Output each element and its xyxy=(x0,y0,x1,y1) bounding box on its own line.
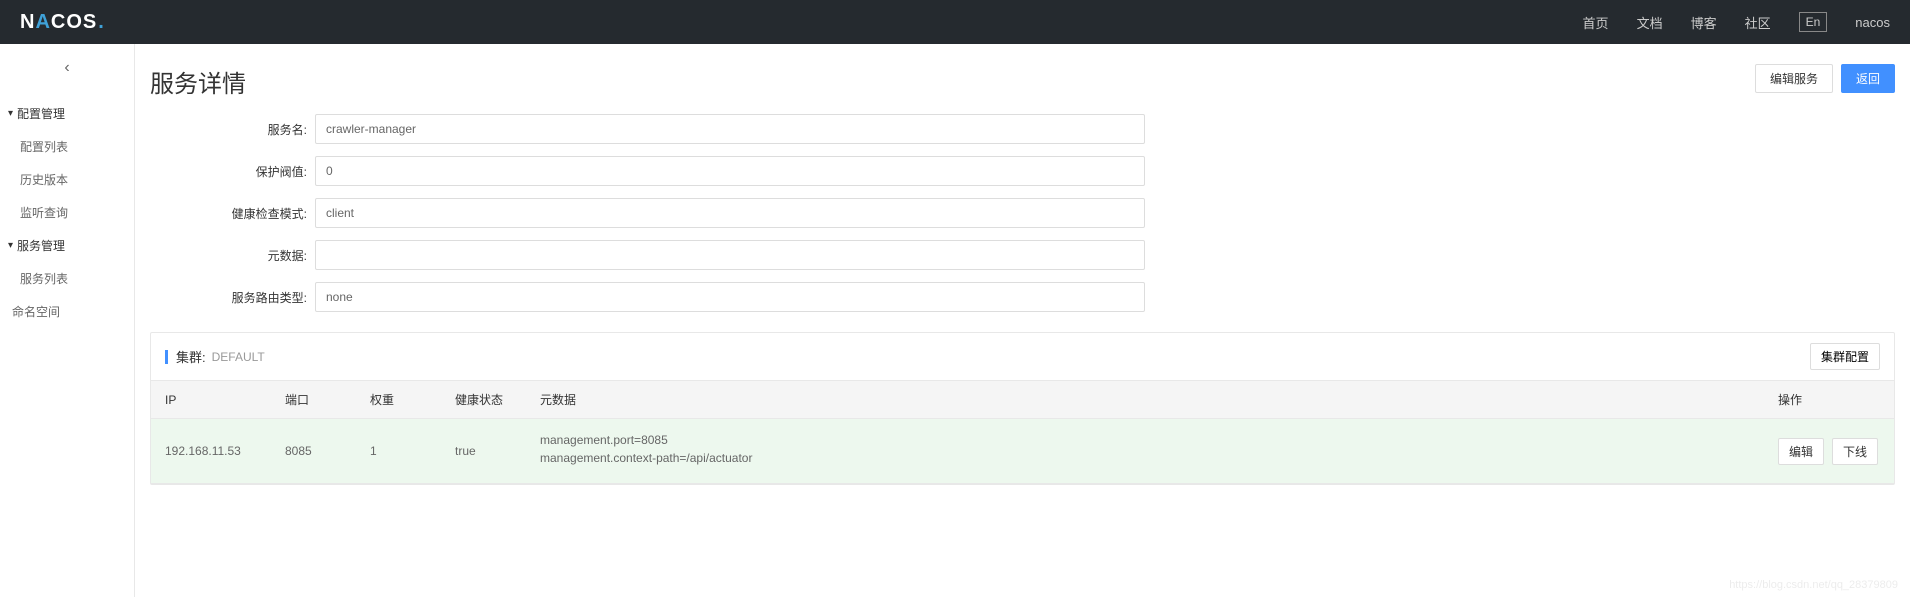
th-ip: IP xyxy=(151,381,271,419)
cluster-header: 集群: DEFAULT 集群配置 xyxy=(151,333,1894,381)
instance-table: IP 端口 权重 健康状态 元数据 操作 192.168.11.53 8085 … xyxy=(151,381,1894,484)
cluster-title-wrap: 集群: DEFAULT xyxy=(165,347,265,366)
sidebar-collapse-icon[interactable]: ‹ xyxy=(0,59,134,77)
form-row-metadata: 元数据: xyxy=(150,240,1150,270)
user-name[interactable]: nacos xyxy=(1855,15,1890,30)
service-name-input[interactable] xyxy=(315,114,1145,144)
sidebar-item-config-list[interactable]: 配置列表 xyxy=(0,130,134,163)
td-weight: 1 xyxy=(356,419,441,484)
sidebar-group-label: 服务管理 xyxy=(17,237,65,254)
form-section: 服务名: 保护阀值: 健康检查模式: 元数据: 服务路由类型: xyxy=(150,114,1150,312)
cluster-panel: 集群: DEFAULT 集群配置 IP 端口 权重 健康状态 元数据 操作 xyxy=(150,332,1895,485)
th-action: 操作 xyxy=(1764,381,1894,419)
logo: NACOS. xyxy=(20,11,105,34)
logo-dot: . xyxy=(98,11,105,34)
td-port: 8085 xyxy=(271,419,356,484)
sidebar-group-service[interactable]: ▾ 服务管理 xyxy=(0,229,134,262)
nav-items: 首页 文档 博客 社区 En nacos xyxy=(1583,12,1890,32)
form-row-health-mode: 健康检查模式: xyxy=(150,198,1150,228)
logo-text2: COS xyxy=(51,11,97,34)
header-buttons: 编辑服务 返回 xyxy=(1755,64,1895,93)
health-mode-label: 健康检查模式: xyxy=(150,205,315,222)
service-name-label: 服务名: xyxy=(150,121,315,138)
sidebar-group-config[interactable]: ▾ 配置管理 xyxy=(0,97,134,130)
back-button[interactable]: 返回 xyxy=(1841,64,1895,93)
threshold-label: 保护阀值: xyxy=(150,163,315,180)
route-type-label: 服务路由类型: xyxy=(150,289,315,306)
top-header: NACOS. 首页 文档 博客 社区 En nacos xyxy=(0,0,1910,44)
th-metadata: 元数据 xyxy=(526,381,1764,419)
nav-blog[interactable]: 博客 xyxy=(1691,13,1717,32)
td-health: true xyxy=(441,419,526,484)
caret-down-icon: ▾ xyxy=(8,108,13,119)
metadata-input[interactable] xyxy=(315,240,1145,270)
sidebar-group-label: 配置管理 xyxy=(17,105,65,122)
metadata-label: 元数据: xyxy=(150,247,315,264)
page-header: 服务详情 编辑服务 返回 xyxy=(150,64,1895,99)
td-metadata: management.port=8085 management.context-… xyxy=(526,419,1764,484)
sidebar-item-service-list[interactable]: 服务列表 xyxy=(0,262,134,295)
nav-docs[interactable]: 文档 xyxy=(1637,13,1663,32)
sidebar-item-history[interactable]: 历史版本 xyxy=(0,163,134,196)
main-layout: ‹ ▾ 配置管理 配置列表 历史版本 监听查询 ▾ 服务管理 服务列表 命名空间… xyxy=(0,44,1910,597)
edit-service-button[interactable]: 编辑服务 xyxy=(1755,64,1833,93)
content: 服务详情 编辑服务 返回 服务名: 保护阀值: 健康检查模式: 元数据: xyxy=(135,44,1910,597)
th-weight: 权重 xyxy=(356,381,441,419)
threshold-input[interactable] xyxy=(315,156,1145,186)
metadata-line: management.context-path=/api/actuator xyxy=(540,451,1750,465)
logo-accent: A xyxy=(35,11,50,34)
sidebar-item-namespace[interactable]: 命名空间 xyxy=(0,295,134,328)
sidebar: ‹ ▾ 配置管理 配置列表 历史版本 监听查询 ▾ 服务管理 服务列表 命名空间 xyxy=(0,44,135,597)
lang-toggle[interactable]: En xyxy=(1799,12,1828,32)
metadata-line: management.port=8085 xyxy=(540,433,1750,447)
form-row-threshold: 保护阀值: xyxy=(150,156,1150,186)
cluster-bar-icon xyxy=(165,350,168,364)
cluster-name: DEFAULT xyxy=(212,350,265,364)
cluster-config-button[interactable]: 集群配置 xyxy=(1810,343,1880,370)
sidebar-item-listen[interactable]: 监听查询 xyxy=(0,196,134,229)
nav-home[interactable]: 首页 xyxy=(1583,13,1609,32)
health-mode-input[interactable] xyxy=(315,198,1145,228)
nav-community[interactable]: 社区 xyxy=(1745,13,1771,32)
td-ip: 192.168.11.53 xyxy=(151,419,271,484)
route-type-input[interactable] xyxy=(315,282,1145,312)
watermark: https://blog.csdn.net/qq_28379809 xyxy=(1729,579,1898,591)
cluster-title: 集群: xyxy=(176,347,206,366)
offline-button[interactable]: 下线 xyxy=(1832,438,1878,465)
form-row-route-type: 服务路由类型: xyxy=(150,282,1150,312)
table-header-row: IP 端口 权重 健康状态 元数据 操作 xyxy=(151,381,1894,419)
th-port: 端口 xyxy=(271,381,356,419)
th-health: 健康状态 xyxy=(441,381,526,419)
logo-text: N xyxy=(20,11,35,34)
form-row-service-name: 服务名: xyxy=(150,114,1150,144)
td-action: 编辑 下线 xyxy=(1764,419,1894,484)
action-buttons: 编辑 下线 xyxy=(1778,438,1880,465)
edit-instance-button[interactable]: 编辑 xyxy=(1778,438,1824,465)
caret-down-icon: ▾ xyxy=(8,240,13,251)
page-title: 服务详情 xyxy=(150,64,246,99)
table-row: 192.168.11.53 8085 1 true management.por… xyxy=(151,419,1894,484)
